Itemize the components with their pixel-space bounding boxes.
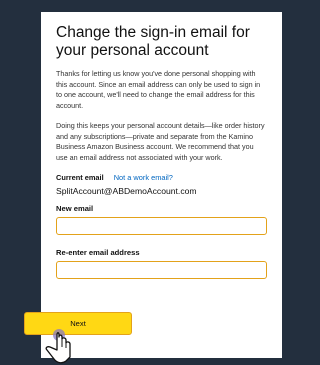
not-work-email-link[interactable]: Not a work email? — [114, 173, 173, 182]
reenter-email-label: Re-enter email address — [56, 248, 140, 257]
new-email-input[interactable] — [56, 217, 267, 235]
new-email-label: New email — [56, 204, 94, 213]
current-email-label: Current email — [56, 173, 104, 182]
change-email-card: Change the sign-in email for your person… — [41, 12, 282, 358]
page-title: Change the sign-in email for your person… — [56, 24, 250, 59]
current-email-value: SplitAccount@ABDemoAccount.com — [56, 186, 197, 196]
privacy-paragraph: Doing this keeps your personal account d… — [56, 121, 265, 162]
reenter-email-input[interactable] — [56, 261, 267, 279]
intro-paragraph: Thanks for letting us know you've done p… — [56, 69, 261, 110]
hand-pointer-icon — [45, 329, 71, 364]
current-email-row: Current email Not a work email? — [56, 173, 267, 183]
